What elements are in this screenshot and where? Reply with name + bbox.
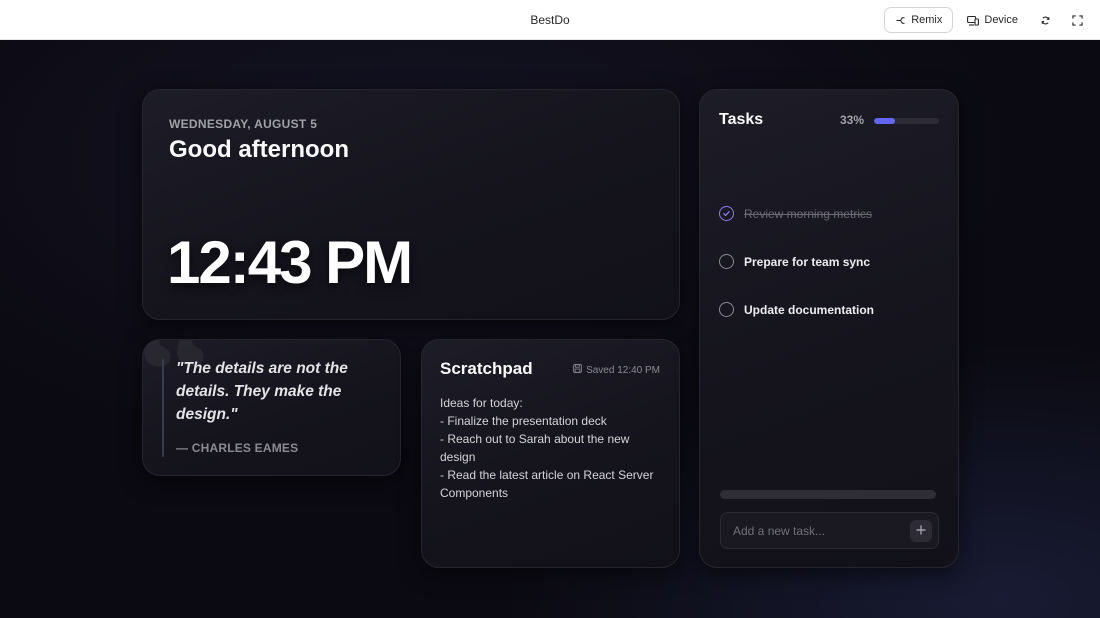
progress-percent: 33% (840, 113, 865, 127)
scratchpad-line: - Finalize the presentation deck (440, 414, 607, 428)
add-task-input[interactable] (721, 513, 906, 548)
scratchpad-line: Ideas for today: (440, 396, 523, 410)
save-icon (573, 364, 582, 376)
quote-accent-bar (162, 359, 164, 457)
task-item[interactable]: Prepare for team sync (719, 254, 870, 269)
tasks-card: Tasks 33% Review morning metrics Prepare… (699, 89, 959, 568)
refresh-button[interactable] (1032, 7, 1058, 33)
plus-icon (916, 522, 926, 540)
saved-status: Saved 12:40 PM (573, 364, 660, 376)
top-bar: BestDo Remix Device (0, 0, 1100, 40)
scratchpad-title: Scratchpad (440, 359, 533, 378)
device-icon (967, 15, 980, 26)
greeting: Good afternoon (169, 136, 349, 163)
task-label: Review morning metrics (744, 206, 873, 221)
task-checkbox-checked-icon[interactable] (719, 206, 734, 221)
progress-fill (874, 118, 896, 124)
add-task-row (720, 512, 939, 549)
tasks-title: Tasks (719, 111, 764, 128)
dashboard: WEDNESDAY, AUGUST 5 Good afternoon 12:43… (0, 40, 1100, 618)
clock-time: 12:43 PM (167, 229, 413, 296)
add-task-button[interactable] (910, 520, 932, 542)
remix-label: Remix (911, 14, 943, 26)
device-label: Device (984, 14, 1018, 26)
topbar-actions: Remix Device (884, 0, 1090, 40)
task-label: Prepare for team sync (744, 254, 871, 269)
fullscreen-icon (1071, 14, 1083, 26)
quote-card: “ "The details are not the details. They… (142, 339, 401, 476)
clock-card: WEDNESDAY, AUGUST 5 Good afternoon 12:43… (142, 89, 680, 320)
task-list-scrollbar[interactable] (720, 490, 936, 499)
quote-author: — CHARLES EAMES (176, 441, 299, 455)
task-item[interactable]: Update documentation (719, 302, 874, 317)
task-checkbox-icon[interactable] (719, 254, 734, 269)
fullscreen-button[interactable] (1064, 7, 1090, 33)
task-label: Update documentation (744, 302, 875, 317)
date-label: WEDNESDAY, AUGUST 5 (169, 117, 318, 131)
scratchpad-line: - Read the latest article on React Serve… (440, 468, 654, 500)
app-title: BestDo (530, 12, 570, 27)
progress-bar (874, 118, 939, 124)
scratchpad-textarea[interactable]: Ideas for today: - Finalize the presenta… (440, 394, 665, 502)
device-button[interactable]: Device (959, 7, 1026, 33)
task-item[interactable]: Review morning metrics (719, 206, 872, 221)
saved-text: Saved 12:40 PM (586, 364, 660, 376)
remix-button[interactable]: Remix (884, 7, 954, 33)
refresh-icon (1040, 15, 1051, 26)
remix-icon (895, 15, 906, 26)
scratchpad-card: Scratchpad Saved 12:40 PM Ideas for toda… (421, 339, 680, 568)
task-checkbox-icon[interactable] (719, 302, 734, 317)
scratchpad-line: - Reach out to Sarah about the new desig… (440, 432, 630, 464)
quote-text: "The details are not the details. They m… (176, 360, 348, 423)
